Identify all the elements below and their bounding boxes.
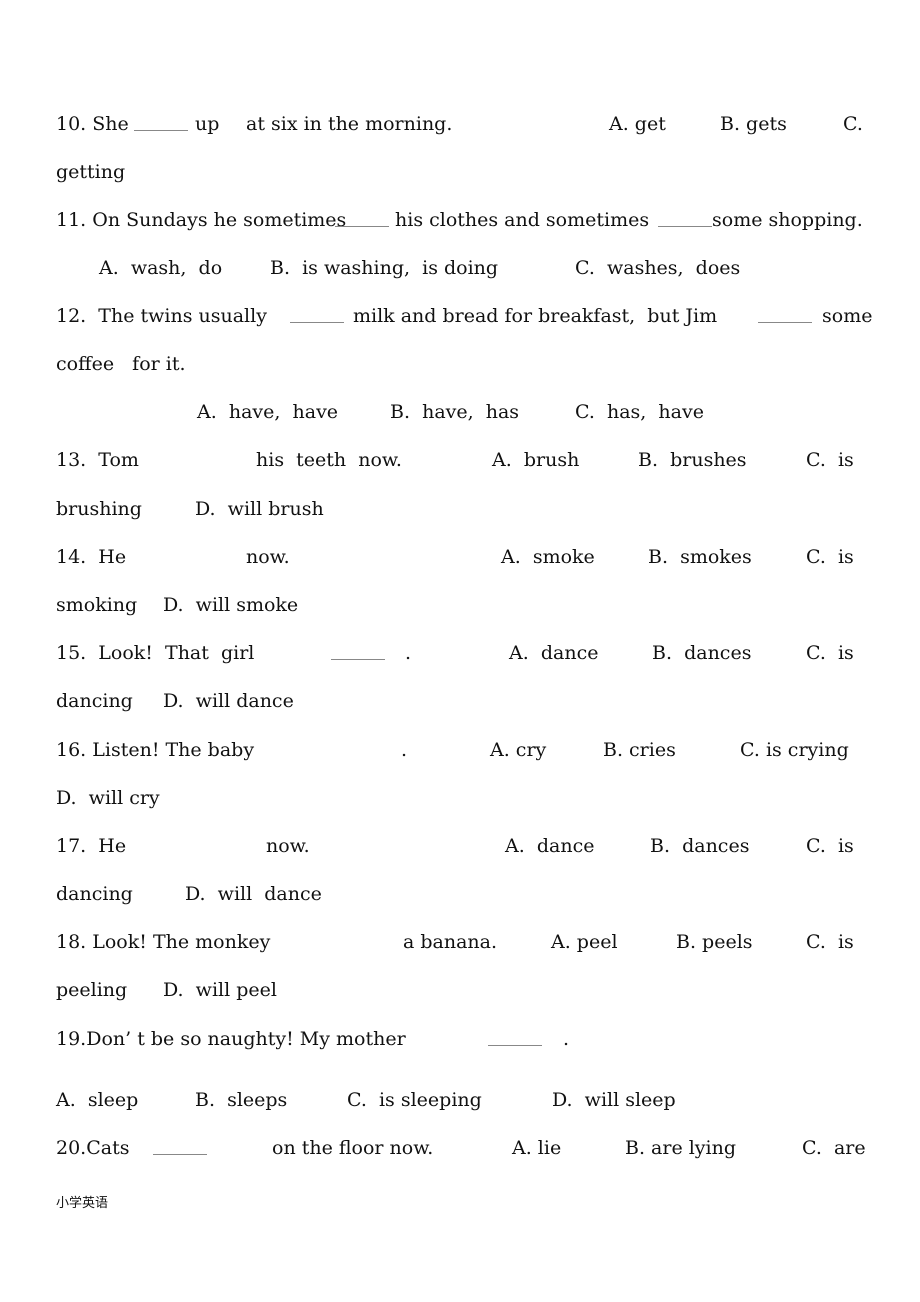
- answer-option: A. dance: [509, 642, 599, 664]
- question-text: 16. Listen! The baby: [56, 739, 255, 761]
- question-text: his teeth now.: [256, 449, 402, 471]
- answer-option: B. peels: [676, 931, 753, 953]
- question-text: peeling: [56, 979, 128, 1001]
- answer-option: C.: [843, 113, 863, 135]
- question-text: now.: [266, 835, 310, 857]
- answer-option: C. is: [806, 449, 854, 471]
- question-text: 17. He: [56, 835, 127, 857]
- question-text: 18. Look! The monkey: [56, 931, 271, 953]
- question-text: smoking: [56, 594, 138, 616]
- answer-option: C. is sleeping: [347, 1089, 482, 1111]
- answer-option: D. will smoke: [163, 594, 299, 616]
- question-text: getting: [56, 161, 126, 183]
- answer-option: A. brush: [492, 449, 580, 471]
- answer-option: A. cry: [490, 739, 547, 761]
- answer-blank: [290, 322, 344, 323]
- answer-blank: [758, 322, 812, 323]
- answer-option: C. is: [806, 835, 854, 857]
- answer-option: B. dances: [650, 835, 750, 857]
- answer-option: A. sleep: [56, 1089, 139, 1111]
- answer-option: C. is crying: [740, 739, 849, 761]
- question-text: coffee for it.: [56, 353, 186, 375]
- question-text: .: [405, 642, 412, 664]
- answer-blank: [134, 130, 188, 131]
- question-text: on the floor now.: [272, 1137, 434, 1159]
- question-text: his clothes and sometimes: [395, 209, 650, 231]
- answer-option: D. will brush: [195, 498, 324, 520]
- question-text: a banana.: [403, 931, 498, 953]
- question-text: at six in the morning.: [246, 113, 453, 135]
- answer-option: B. have, has: [390, 401, 520, 423]
- answer-blank: [658, 226, 712, 227]
- answer-option: C. washes, does: [575, 257, 741, 279]
- answer-option: D. will cry: [56, 787, 160, 809]
- answer-option: B. gets: [720, 113, 787, 135]
- question-text: 11. On Sundays he sometimes: [56, 209, 347, 231]
- answer-option: A. dance: [505, 835, 595, 857]
- answer-blank: [488, 1045, 542, 1046]
- answer-option: D. will dance: [185, 883, 322, 905]
- answer-option: C. is: [806, 931, 854, 953]
- question-text: milk and bread for breakfast, but Jim: [353, 305, 718, 327]
- answer-option: C. is: [806, 642, 854, 664]
- answer-option: B. sleeps: [195, 1089, 288, 1111]
- answer-option: A. lie: [512, 1137, 562, 1159]
- answer-option: C. has, have: [575, 401, 704, 423]
- question-text: dancing: [56, 690, 133, 712]
- question-text: dancing: [56, 883, 133, 905]
- question-text: now.: [246, 546, 290, 568]
- answer-option: B. is washing, is doing: [270, 257, 499, 279]
- answer-option: B. dances: [652, 642, 752, 664]
- question-text: brushing: [56, 498, 142, 520]
- answer-option: A. peel: [551, 931, 618, 953]
- question-text: .: [563, 1028, 570, 1050]
- question-text: some shopping.: [712, 209, 863, 231]
- answer-blank: [331, 659, 385, 660]
- question-text: 19.Don’ t be so naughty! My mother: [56, 1028, 406, 1050]
- answer-option: B. are lying: [625, 1137, 737, 1159]
- answer-option: D. will peel: [163, 979, 277, 1001]
- question-text: up: [195, 113, 220, 135]
- answer-option: D. will sleep: [552, 1089, 676, 1111]
- answer-option: B. brushes: [638, 449, 747, 471]
- answer-option: A. smoke: [501, 546, 595, 568]
- question-text: 20.Cats: [56, 1137, 130, 1159]
- page-footer: 小学英语: [56, 1196, 109, 1211]
- question-text: 15. Look! That girl: [56, 642, 255, 664]
- answer-option: A. get: [609, 113, 666, 135]
- question-text: .: [401, 739, 408, 761]
- answer-option: C. are: [802, 1137, 866, 1159]
- question-text: 10. She: [56, 113, 129, 135]
- answer-option: A. have, have: [197, 401, 339, 423]
- question-text: 14. He: [56, 546, 127, 568]
- question-text: some: [822, 305, 873, 327]
- question-text: 12. The twins usually: [56, 305, 267, 327]
- answer-blank: [335, 226, 389, 227]
- answer-option: C. is: [806, 546, 854, 568]
- question-text: 13. Tom: [56, 449, 139, 471]
- answer-blank: [153, 1154, 207, 1155]
- answer-option: A. wash, do: [99, 257, 223, 279]
- answer-option: B. cries: [603, 739, 676, 761]
- answer-option: B. smokes: [648, 546, 752, 568]
- answer-option: D. will dance: [163, 690, 294, 712]
